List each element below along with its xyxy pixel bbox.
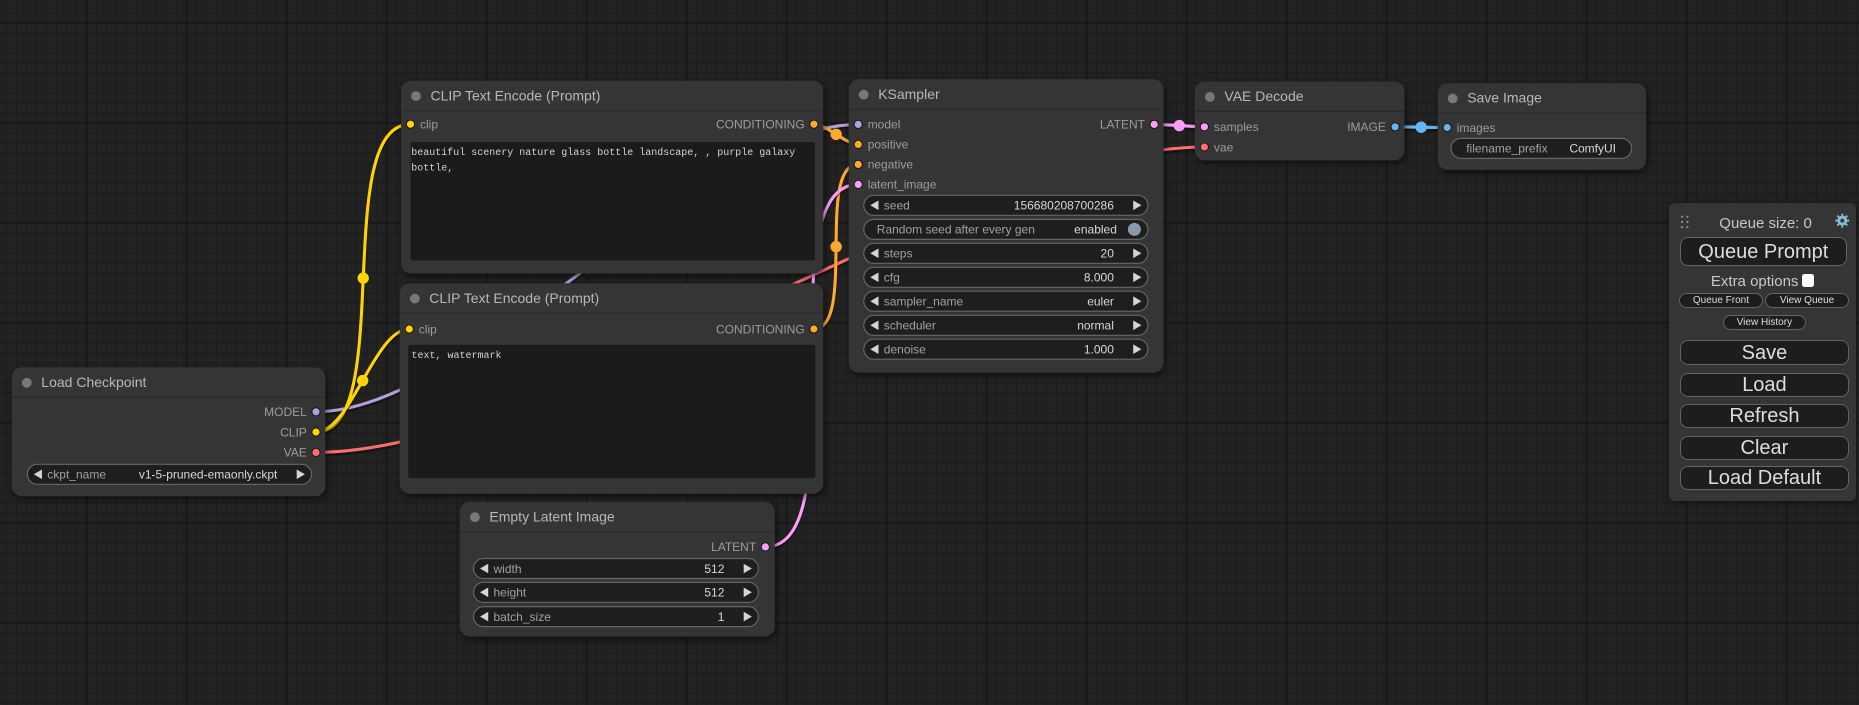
svg-text:8.000: 8.000: [1084, 271, 1114, 285]
svg-text:Load Checkpoint: Load Checkpoint: [41, 374, 146, 390]
svg-text:512: 512: [704, 562, 724, 576]
svg-text:CLIP Text Encode (Prompt): CLIP Text Encode (Prompt): [429, 290, 599, 306]
svg-text:vae: vae: [1214, 140, 1234, 154]
svg-text:positive: positive: [868, 138, 909, 152]
svg-text:batch_size: batch_size: [494, 610, 552, 624]
svg-text:CLIP Text Encode (Prompt): CLIP Text Encode (Prompt): [431, 87, 601, 103]
svg-text:width: width: [493, 562, 522, 576]
svg-text:ComfyUI: ComfyUI: [1569, 142, 1616, 156]
svg-text:latent_image: latent_image: [868, 178, 937, 192]
svg-text:normal: normal: [1077, 319, 1114, 333]
svg-text:LATENT: LATENT: [711, 540, 757, 554]
svg-text:IMAGE: IMAGE: [1347, 120, 1386, 134]
svg-text:steps: steps: [884, 247, 913, 261]
svg-text:clip: clip: [419, 322, 437, 336]
svg-text:filename_prefix: filename_prefix: [1466, 142, 1547, 156]
svg-text:samples: samples: [1214, 120, 1259, 134]
svg-text:cfg: cfg: [884, 271, 900, 285]
svg-text:v1-5-pruned-emaonly.ckpt: v1-5-pruned-emaonly.ckpt: [139, 468, 278, 482]
svg-text:clip: clip: [420, 118, 438, 132]
svg-text:sampler_name: sampler_name: [884, 295, 964, 309]
svg-text:text, watermark: text, watermark: [412, 350, 502, 362]
svg-text:156680208700286: 156680208700286: [1014, 199, 1114, 213]
svg-text:euler: euler: [1087, 295, 1114, 309]
svg-text:model: model: [868, 118, 901, 132]
svg-text:VAE: VAE: [284, 446, 307, 460]
svg-text:enabled: enabled: [1074, 223, 1117, 237]
svg-text:negative: negative: [868, 158, 914, 172]
svg-text:MODEL: MODEL: [264, 405, 307, 419]
svg-text:VAE Decode: VAE Decode: [1224, 88, 1303, 104]
svg-text:20: 20: [1101, 247, 1115, 261]
svg-text:scheduler: scheduler: [884, 319, 936, 333]
svg-text:Empty Latent Image: Empty Latent Image: [489, 508, 615, 524]
svg-text:LATENT: LATENT: [1100, 118, 1146, 132]
svg-text:Random seed after every gen: Random seed after every gen: [877, 223, 1035, 237]
svg-text:bottle,: bottle,: [411, 162, 453, 174]
svg-text:1.000: 1.000: [1084, 343, 1114, 357]
svg-text:CLIP: CLIP: [280, 425, 307, 439]
svg-text:denoise: denoise: [884, 343, 926, 357]
svg-text:CONDITIONING: CONDITIONING: [716, 118, 805, 132]
svg-text:CONDITIONING: CONDITIONING: [716, 322, 805, 336]
svg-text:1: 1: [718, 610, 725, 624]
svg-text:ckpt_name: ckpt_name: [47, 468, 106, 482]
svg-text:KSampler: KSampler: [878, 86, 940, 102]
svg-text:Save Image: Save Image: [1467, 90, 1542, 106]
svg-text:512: 512: [704, 586, 724, 600]
svg-text:images: images: [1457, 121, 1496, 135]
svg-text:seed: seed: [884, 199, 910, 213]
svg-text:beautiful scenery nature glass: beautiful scenery nature glass bottle la…: [411, 147, 795, 159]
svg-text:height: height: [494, 586, 527, 600]
